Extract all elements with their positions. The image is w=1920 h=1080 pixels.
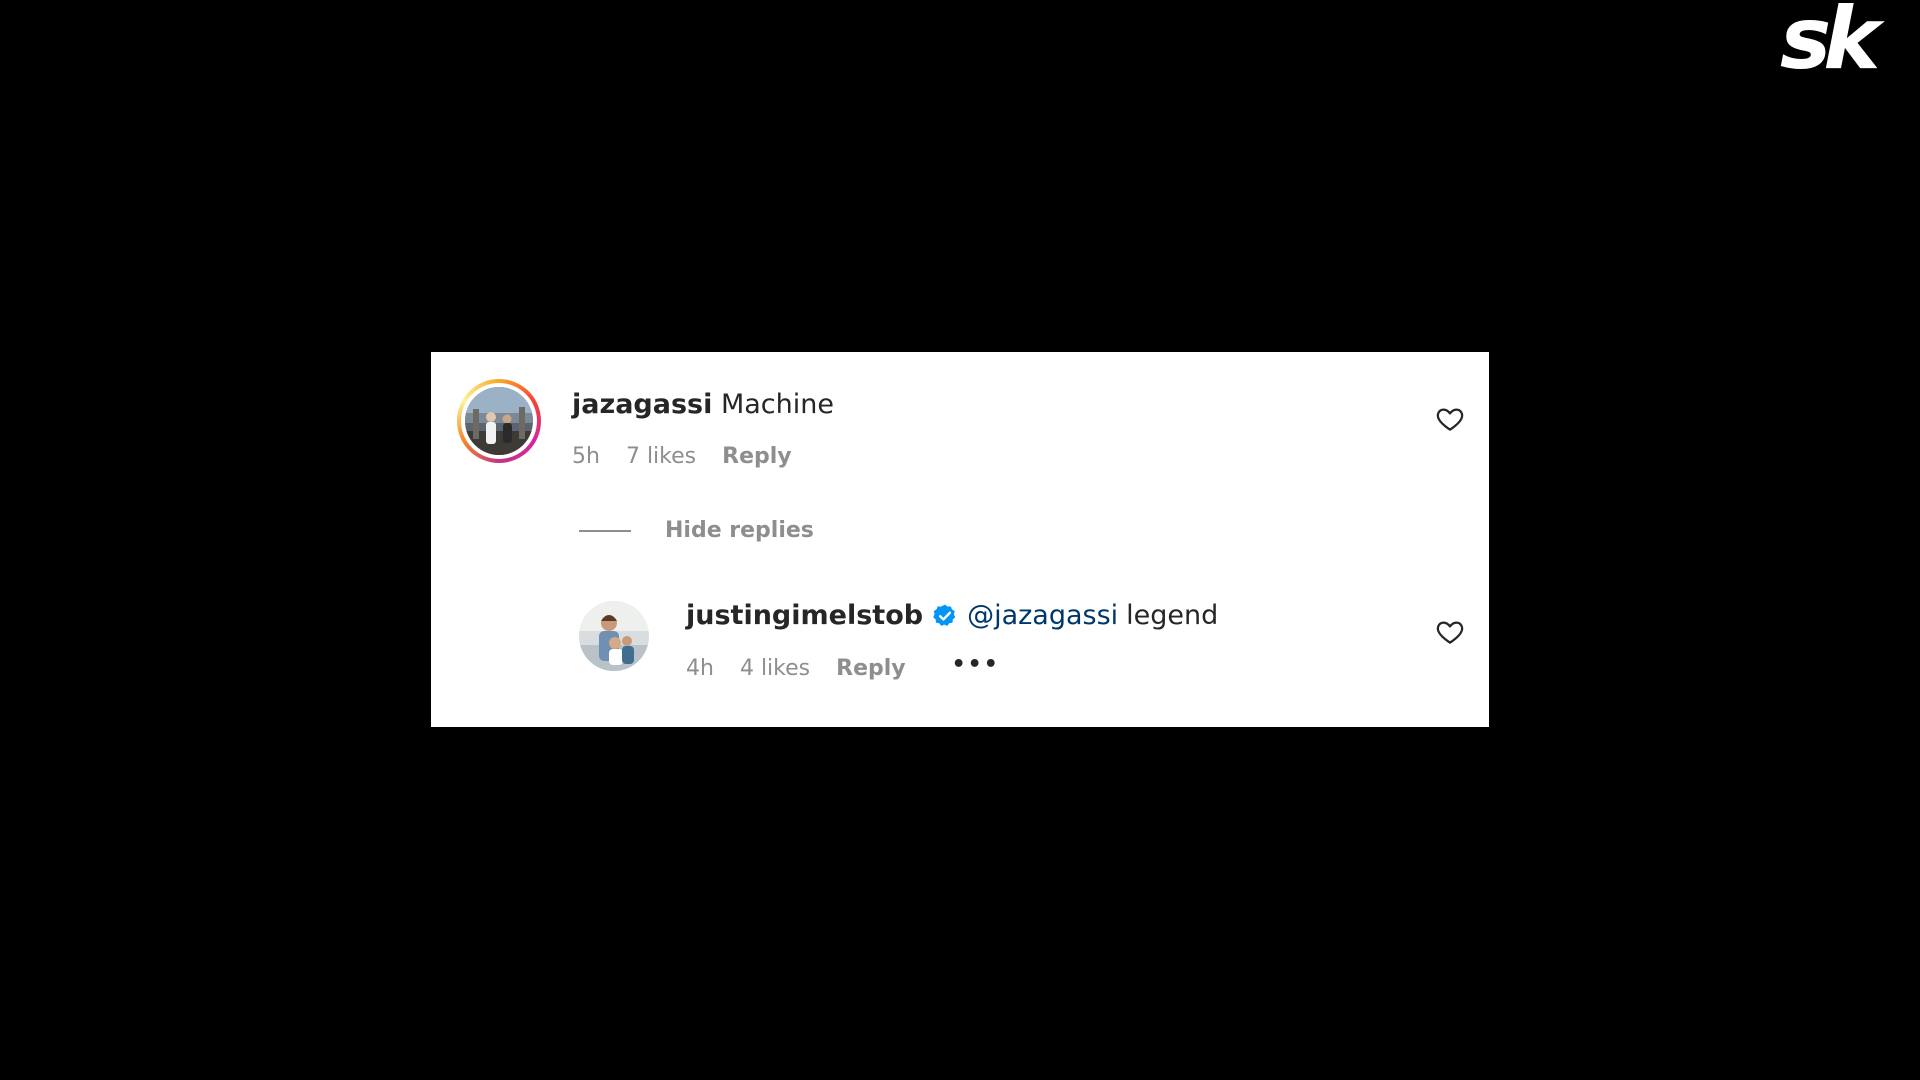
comment-time[interactable]: 5h <box>572 444 600 469</box>
logo-text: sk <box>1780 2 1885 74</box>
reply-reply-button[interactable]: Reply <box>836 656 906 681</box>
comment-likes[interactable]: 7 likes <box>626 444 696 469</box>
comment-line: jazagassi Machine <box>572 389 834 420</box>
story-ring-gap <box>461 383 537 459</box>
avatar[interactable] <box>579 601 649 671</box>
user-avatar-icon <box>465 387 533 455</box>
comment-meta: 5h 7 likes Reply <box>572 444 792 469</box>
reply-time[interactable]: 4h <box>686 656 714 681</box>
reply-mention-link[interactable]: @jazagassi <box>967 600 1118 631</box>
comment-username[interactable]: jazagassi <box>572 389 712 420</box>
reply-text: legend <box>1126 600 1219 631</box>
comment-card: jazagassi Machine 5h 7 likes Reply Hide … <box>431 352 1489 727</box>
verified-badge-icon <box>933 604 956 626</box>
screen: sk jazagassi Machine 5h 7 likes Reply Hi… <box>0 0 1920 1080</box>
user-avatar-icon <box>579 601 649 671</box>
thread-divider <box>579 529 631 532</box>
sportskeeda-logo: sk <box>1780 2 1893 74</box>
reply-meta: 4h 4 likes Reply ••• <box>686 652 1000 681</box>
avatar[interactable] <box>465 387 533 455</box>
heart-outline-icon[interactable] <box>1435 404 1465 434</box>
hide-replies-label: Hide replies <box>665 518 814 543</box>
more-options-icon[interactable]: ••• <box>952 652 1000 677</box>
heart-outline-icon[interactable] <box>1435 617 1465 647</box>
hide-replies-button[interactable]: Hide replies <box>579 518 814 543</box>
story-ring[interactable] <box>457 379 541 463</box>
reply-line: justingimelstob @jazagassi legend <box>686 600 1218 631</box>
reply-likes[interactable]: 4 likes <box>740 656 810 681</box>
comment-reply-button[interactable]: Reply <box>722 444 792 469</box>
comment-text: Machine <box>720 389 834 420</box>
reply-username[interactable]: justingimelstob <box>686 600 923 631</box>
